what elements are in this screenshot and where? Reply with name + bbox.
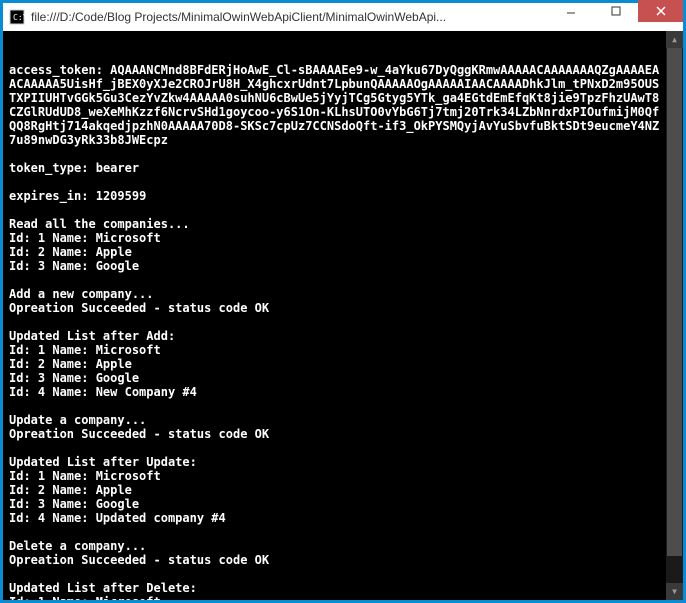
window-title: file:///D:/Code/Blog Projects/MinimalOwi… [31, 10, 548, 24]
minimize-button[interactable] [548, 0, 593, 22]
maximize-button[interactable] [593, 0, 638, 22]
window-controls [548, 3, 683, 31]
close-button[interactable] [638, 0, 683, 22]
console-text: access_token: AQAAANCMnd8BFdERjHoAwE_Cl-… [9, 63, 681, 600]
app-window: C:\ file:///D:/Code/Blog Projects/Minima… [3, 3, 683, 600]
scroll-down-button[interactable]: ▼ [666, 583, 683, 600]
svg-text:C:\: C:\ [13, 13, 25, 22]
app-icon: C:\ [9, 9, 25, 25]
scroll-up-button[interactable]: ▲ [666, 31, 683, 48]
console-output[interactable]: access_token: AQAAANCMnd8BFdERjHoAwE_Cl-… [3, 31, 683, 600]
titlebar[interactable]: C:\ file:///D:/Code/Blog Projects/Minima… [3, 3, 683, 31]
scroll-track[interactable] [666, 48, 683, 583]
scroll-thumb[interactable] [667, 48, 682, 556]
vertical-scrollbar[interactable]: ▲ ▼ [666, 31, 683, 600]
